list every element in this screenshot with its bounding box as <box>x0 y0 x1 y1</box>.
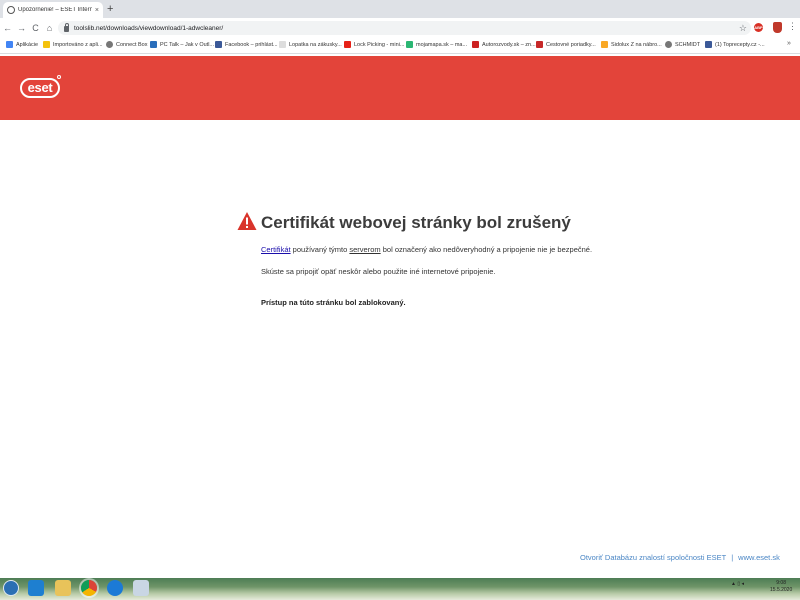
bookmark-label: PC Talk – Jak v Outl... <box>160 41 215 48</box>
bookmark-item[interactable]: (1) Toprecepty.cz -... <box>705 41 765 48</box>
tab-title: Upozornenie! – ESET Internet Se <box>18 7 92 13</box>
adblock-extension-icon[interactable]: ABP <box>754 23 763 32</box>
bookmark-label: Lock Picking - mini... <box>354 41 405 48</box>
bookmark-item[interactable]: Facebook – prihlást... <box>215 41 278 48</box>
system-tray[interactable]: ▲ ▯ ◂ <box>731 581 744 587</box>
lock-icon[interactable] <box>64 23 69 32</box>
knowledge-base-link[interactable]: Otvoriť Databázu znalostí spoločnosti ES… <box>580 553 726 562</box>
page-title: Certifikát webovej stránky bol zrušený <box>261 213 571 232</box>
map-icon <box>406 41 413 48</box>
eset-website-link[interactable]: www.eset.sk <box>738 553 780 562</box>
tab-eset-warning[interactable]: Upozornenie! – ESET Internet Se × <box>3 2 103 18</box>
blocked-notice: Prístup na túto stránku bol zablokovaný. <box>261 298 406 307</box>
back-button[interactable]: ← <box>1 23 14 33</box>
bookmark-label: Lopatka na zákusky... <box>289 41 342 48</box>
taskbar-clock[interactable]: 9:08 15.5.2020 <box>770 580 792 594</box>
bookmark-item[interactable]: Cestovné poriadky... <box>536 41 596 48</box>
file-explorer-icon[interactable] <box>55 580 71 596</box>
globe-icon <box>7 6 15 14</box>
cp-icon <box>536 41 543 48</box>
globe-icon <box>665 41 672 48</box>
bookmark-item[interactable]: Importováno z apli... <box>43 41 103 48</box>
bookmark-item[interactable]: PC Talk – Jak v Outl... <box>150 41 214 48</box>
bookmark-label: Facebook – prihlást... <box>225 41 278 48</box>
server-link[interactable]: serverom <box>349 245 380 254</box>
url-text[interactable]: toolslib.net/downloads/viewdownload/1-ad… <box>74 25 223 32</box>
bookmark-item[interactable]: Aplikácie <box>6 41 38 48</box>
facebook-icon <box>215 41 222 48</box>
paragraph-text: používaný týmto <box>290 245 350 254</box>
sidolux-icon <box>601 41 608 48</box>
bookmark-label: Autorozvody.sk – zn... <box>482 41 536 48</box>
warning-triangle-icon <box>237 212 257 230</box>
page-icon <box>279 41 286 48</box>
chrome-icon[interactable] <box>81 580 97 596</box>
registered-mark-icon <box>57 75 61 79</box>
bookmarks-overflow-button[interactable]: » <box>787 40 791 47</box>
footer-separator: | <box>731 553 734 562</box>
pc-talk-icon <box>150 41 157 48</box>
bookmark-label: Cestovné poriadky... <box>546 41 596 48</box>
paint-icon[interactable] <box>133 580 149 596</box>
bookmark-label: Connect Box <box>116 41 148 48</box>
bookmark-label: Aplikácie <box>16 41 39 48</box>
internet-explorer-icon[interactable] <box>28 580 44 596</box>
tab-strip: Upozornenie! – ESET Internet Se × + <box>0 0 800 18</box>
bookmark-label: SCHMIDT <box>675 41 701 48</box>
close-tab-icon[interactable]: × <box>95 7 99 14</box>
address-bar[interactable]: toolslib.net/downloads/viewdownload/1-ad… <box>58 21 751 35</box>
paragraph-text: bol označený ako nedôveryhodný a pripoje… <box>380 245 593 254</box>
bookmark-item[interactable]: Sidolux Z na nábro... <box>601 41 662 48</box>
new-tab-button[interactable]: + <box>107 2 113 16</box>
bookmark-item[interactable]: SCHMIDT <box>665 41 700 48</box>
retry-advice: Skúste sa pripojiť opäť neskôr alebo pou… <box>261 267 496 276</box>
bookmark-item[interactable]: Lopatka na zákusky... <box>279 41 342 48</box>
folder-icon <box>43 41 50 48</box>
clock-time: 9:08 <box>776 580 786 586</box>
certificate-link[interactable]: Certifikát <box>261 245 291 254</box>
facebook-icon <box>705 41 712 48</box>
bookmark-label: (1) Toprecepty.cz -... <box>715 41 765 48</box>
edge-icon[interactable] <box>107 580 123 596</box>
bookmark-item[interactable]: Lock Picking - mini... <box>344 41 404 48</box>
forward-button[interactable]: → <box>15 23 28 33</box>
bookmark-star-icon[interactable]: ☆ <box>739 21 747 35</box>
certificate-explanation: Certifikát používaný týmto serverom bol … <box>261 245 592 254</box>
browser-menu-icon[interactable]: ⋮ <box>788 21 797 32</box>
reload-button[interactable]: C <box>29 23 42 33</box>
bookmark-label: Sidolux Z na nábro... <box>611 41 662 48</box>
bookmark-label: Importováno z apli... <box>53 41 103 48</box>
globe-icon <box>106 41 113 48</box>
apps-grid-icon <box>6 41 13 48</box>
eset-logo: eset <box>20 78 60 98</box>
footer-links: Otvoriť Databázu znalostí spoločnosti ES… <box>580 553 780 562</box>
bookmark-item[interactable]: Autorozvody.sk – zn... <box>472 41 536 48</box>
autorozvody-icon <box>472 41 479 48</box>
bookmarks-bar: Aplikácie Importováno z apli... Connect … <box>0 38 800 54</box>
eset-header-bar <box>0 56 800 120</box>
bookmark-label: mojamapa.sk – ma... <box>416 41 468 48</box>
youtube-icon <box>344 41 351 48</box>
home-button[interactable]: ⌂ <box>43 23 56 33</box>
bookmark-item[interactable]: mojamapa.sk – ma... <box>406 41 467 48</box>
bookmark-item[interactable]: Connect Box <box>106 41 148 48</box>
start-button[interactable] <box>3 580 19 596</box>
clock-date: 15.5.2020 <box>770 587 793 593</box>
profile-avatar[interactable] <box>773 22 782 33</box>
